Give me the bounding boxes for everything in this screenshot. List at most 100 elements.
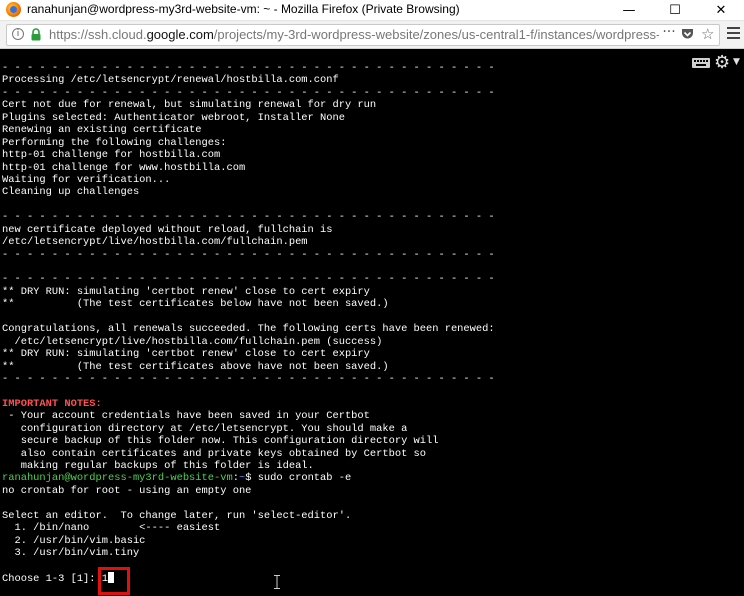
terminal-text: 3. /usr/bin/vim.tiny (2, 547, 140, 560)
terminal-text: - - - - - - - - - - - - - - - - - - - - … (2, 273, 495, 286)
terminal-line: Choose 1-3 [1]: 1 (2, 571, 495, 585)
terminal-line: making regular backups of this folder is… (2, 460, 495, 472)
terminal-text: - - - - - - - - - - - - - - - - - - - - … (2, 86, 495, 99)
terminal-line: 2. /usr/bin/vim.basic (2, 535, 495, 547)
hamburger-menu-icon[interactable] (727, 27, 740, 42)
terminal-text: ** (The test certificates below have not… (2, 298, 389, 311)
terminal-text: making regular backups of this folder is… (2, 460, 314, 472)
terminal-text: Processing /etc/letsencrypt/renewal/host… (2, 74, 339, 87)
maximize-button[interactable]: ☐ (652, 0, 698, 20)
terminal-line: - - - - - - - - - - - - - - - - - - - - … (2, 249, 495, 261)
keyboard-icon[interactable] (692, 58, 710, 68)
terminal-text: ** (The test certificates above have not… (2, 360, 389, 373)
terminal-line: Plugins selected: Authenticator webroot,… (2, 112, 495, 124)
terminal-text: $ sudo crontab -e (245, 472, 352, 485)
terminal-text: ** DRY RUN: simulating 'certbot renew' c… (2, 285, 370, 298)
terminal-text: - - - - - - - - - - - - - - - - - - - - … (2, 372, 495, 385)
terminal-text: Waiting for verification... (2, 173, 171, 186)
terminal-line: - - - - - - - - - - - - - - - - - - - - … (2, 62, 495, 74)
lock-icon[interactable] (30, 28, 42, 41)
terminal-text: /etc/letsencrypt/live/hostbilla.com/full… (2, 335, 383, 348)
terminal-line: ranahunjan@wordpress-my3rd-website-vm:~$… (2, 472, 495, 484)
address-bar[interactable]: i https://ssh.cloud.google.com/projects/… (6, 24, 720, 46)
url-domain: google.com (146, 27, 214, 42)
terminal-text: Renewing an existing certificate (2, 124, 202, 137)
terminal-text: - - - - - - - - - - - - - - - - - - - - … (2, 211, 495, 224)
window-title: ranahunjan@wordpress-my3rd-website-vm: ~… (27, 2, 460, 16)
terminal-toolbar: ⚙ ▼ (674, 49, 744, 77)
terminal-line: 3. /usr/bin/vim.tiny (2, 547, 495, 559)
terminal-text: /etc/letsencrypt/live/hostbilla.com/full… (2, 236, 308, 249)
terminal-line: Renewing an existing certificate (2, 124, 495, 136)
terminal-line: - - - - - - - - - - - - - - - - - - - - … (2, 273, 495, 285)
terminal-line: new certificate deployed without reload,… (2, 224, 495, 236)
terminal-text: Congratulations, all renewals succeeded.… (2, 323, 495, 336)
terminal-line: - - - - - - - - - - - - - - - - - - - - … (2, 211, 495, 223)
terminal-line: - - - - - - - - - - - - - - - - - - - - … (2, 87, 495, 99)
terminal-line: 1. /bin/nano <---- easiest (2, 522, 495, 534)
terminal-text: secure backup of this folder now. This c… (2, 435, 439, 448)
terminal-line: ** (The test certificates above have not… (2, 361, 495, 373)
terminal-text: http-01 challenge for hostbilla.com (2, 149, 221, 162)
ssh-terminal[interactable]: ⚙ ▼ - - - - - - - - - - - - - - - - - - … (0, 49, 744, 596)
url-path: /projects/my-3rd-wordpress-website/zones… (213, 27, 659, 42)
terminal-text: - - - - - - - - - - - - - - - - - - - - … (2, 62, 495, 74)
site-info-icon[interactable]: i (12, 28, 24, 40)
pocket-icon[interactable] (681, 28, 694, 40)
terminal-text: - - - - - - - - - - - - - - - - - - - - … (2, 248, 495, 261)
terminal-line: http-01 challenge for hostbilla.com (2, 149, 495, 161)
text-cursor-icon (274, 575, 280, 589)
terminal-text: IMPORTANT NOTES: (2, 397, 102, 410)
terminal-text: - Your account credentials have been sav… (2, 410, 370, 423)
terminal-text: ranahunjan@wordpress-my3rd-website-vm (2, 472, 233, 485)
terminal-line: Select an editor. To change later, run '… (2, 510, 495, 522)
terminal-line: Cleaning up challenges (2, 186, 495, 198)
terminal-line: Congratulations, all renewals succeeded.… (2, 323, 495, 335)
terminal-text: configuration directory at /etc/letsencr… (2, 422, 408, 435)
terminal-line: configuration directory at /etc/letsencr… (2, 423, 495, 435)
terminal-text: Performing the following challenges: (2, 136, 227, 149)
minimize-button[interactable]: — (606, 0, 652, 20)
terminal-line: no crontab for root - using an empty one (2, 485, 495, 497)
settings-gear-icon[interactable]: ⚙ (714, 52, 730, 73)
url-prefix: https://ssh.cloud. (49, 27, 147, 42)
terminal-text: new certificate deployed without reload,… (2, 223, 333, 236)
close-button[interactable]: ✕ (698, 0, 744, 20)
terminal-text: no crontab for root - using an empty one (2, 484, 252, 497)
input-highlight-annotation (98, 567, 130, 595)
terminal-text: http-01 challenge for www.hostbilla.com (2, 161, 246, 174)
terminal-line: Cert not due for renewal, but simulating… (2, 99, 495, 111)
terminal-text: 2. /usr/bin/vim.basic (2, 534, 146, 547)
terminal-line: /etc/letsencrypt/live/hostbilla.com/full… (2, 236, 495, 248)
terminal-text: Plugins selected: Authenticator webroot,… (2, 111, 345, 124)
terminal-text: also contain certificates and private ke… (2, 447, 427, 460)
url-text[interactable]: https://ssh.cloud.google.com/projects/my… (49, 27, 659, 42)
firefox-logo-icon (6, 2, 21, 17)
terminal-line: /etc/letsencrypt/live/hostbilla.com/full… (2, 336, 495, 348)
terminal-text: Select an editor. To change later, run '… (2, 509, 352, 522)
terminal-line: Performing the following challenges: (2, 137, 495, 149)
terminal-line: Processing /etc/letsencrypt/renewal/host… (2, 74, 495, 86)
terminal-line: Waiting for verification... (2, 174, 495, 186)
terminal-text: Cert not due for renewal, but simulating… (2, 99, 377, 112)
terminal-text: 1. /bin/nano <---- easiest (2, 522, 221, 535)
terminal-line: ** DRY RUN: simulating 'certbot renew' c… (2, 348, 495, 360)
bookmark-star-icon[interactable]: ☆ (701, 25, 714, 43)
terminal-line: http-01 challenge for www.hostbilla.com (2, 162, 495, 174)
terminal-line: ** (The test certificates below have not… (2, 298, 495, 310)
terminal-text: Cleaning up challenges (2, 186, 140, 199)
terminal-line: - Your account credentials have been sav… (2, 410, 495, 422)
terminal-line: also contain certificates and private ke… (2, 448, 495, 460)
terminal-line: - - - - - - - - - - - - - - - - - - - - … (2, 373, 495, 385)
page-actions-button[interactable]: ··· (659, 24, 679, 44)
terminal-output: - - - - - - - - - - - - - - - - - - - - … (2, 62, 495, 585)
window-titlebar: ranahunjan@wordpress-my3rd-website-vm: ~… (0, 0, 744, 21)
terminal-line: ** DRY RUN: simulating 'certbot renew' c… (2, 286, 495, 298)
chevron-down-icon[interactable]: ▼ (733, 57, 740, 67)
